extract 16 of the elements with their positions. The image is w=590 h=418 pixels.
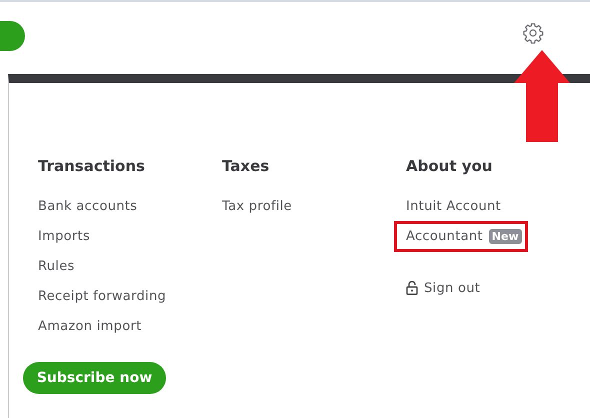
column-heading: Transactions (38, 157, 146, 175)
menu-link[interactable]: Intuit Account (406, 198, 501, 214)
menu-link[interactable]: Accountant (406, 229, 483, 244)
menu-link[interactable]: Imports (38, 228, 90, 244)
menu-link[interactable]: Rules (38, 258, 75, 274)
header-button[interactable] (0, 21, 25, 51)
menu-link[interactable]: Tax profile (222, 198, 292, 214)
lock-icon (406, 281, 418, 295)
menu-link[interactable]: Amazon import (38, 318, 142, 334)
column-heading: Taxes (222, 157, 270, 175)
settings-icon[interactable] (522, 22, 544, 44)
new-badge: New (488, 229, 522, 244)
menu-link[interactable]: Receipt forwarding (38, 288, 166, 304)
column-heading: About you (406, 157, 494, 175)
sign-out-link[interactable]: Sign out (424, 280, 480, 296)
menu-link[interactable]: Bank accounts (38, 198, 138, 214)
